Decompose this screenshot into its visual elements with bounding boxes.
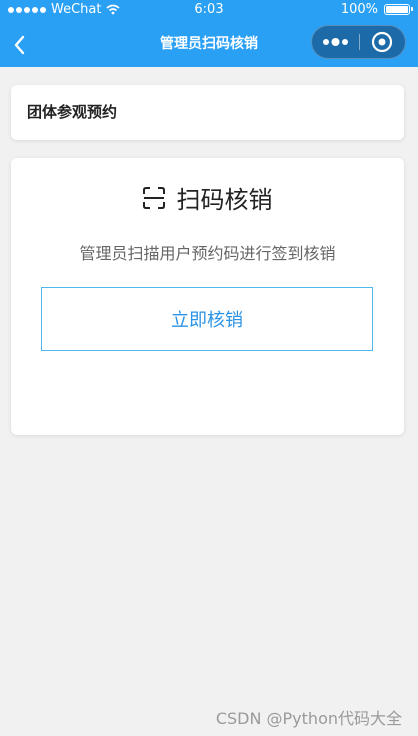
scan-heading: 扫码核销 [11, 180, 404, 215]
scan-description: 管理员扫描用户预约码进行签到核销 [79, 244, 336, 263]
close-button[interactable] [360, 26, 405, 58]
scan-verify-card: 扫码核销 管理员扫描用户预约码进行签到核销 立即核销 [11, 158, 404, 435]
header: WeChat 6:03 100% 管理员扫码核销 [0, 0, 418, 67]
scan-title: 扫码核销 [176, 186, 273, 214]
watermark: CSDN @Python代码大全 [215, 709, 402, 728]
mini-program-capsule [311, 25, 406, 59]
group-visit-card[interactable]: 团体参观预约 [11, 85, 404, 140]
battery-percent: 100% [340, 2, 378, 17]
battery-icon [384, 4, 413, 15]
nav-bar: 管理员扫码核销 [0, 22, 418, 67]
status-right: 100% [340, 2, 413, 17]
section-title: 团体参观预约 [27, 103, 118, 121]
more-dots-icon [323, 38, 348, 46]
chevron-left-icon [14, 35, 25, 55]
more-button[interactable] [312, 26, 359, 58]
target-close-icon [371, 31, 393, 53]
status-bar: WeChat 6:03 100% [0, 0, 418, 20]
scan-icon [142, 186, 165, 209]
verify-now-button[interactable]: 立即核销 [41, 287, 373, 351]
back-button[interactable] [6, 30, 36, 60]
